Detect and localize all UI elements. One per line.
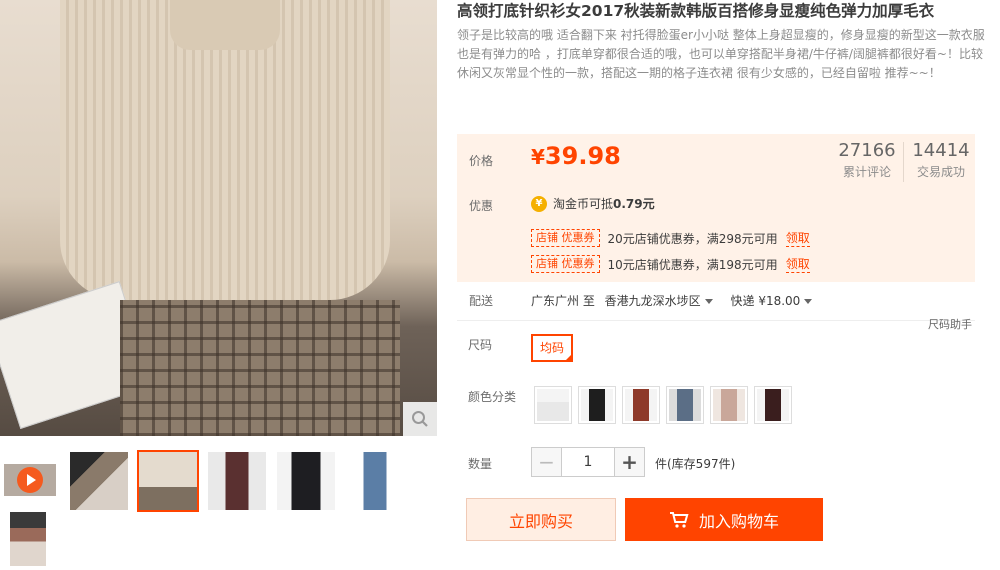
product-title: 高领打底针织衫女2017秋装新款韩版百搭修身显瘦纯色弹力加厚毛衣 bbox=[457, 2, 935, 20]
price-value: ¥39.98 bbox=[531, 142, 621, 170]
sales-stat: 14414 交易成功 bbox=[911, 140, 971, 180]
coin-amount: 0.79元 bbox=[613, 197, 655, 211]
swatch-fill bbox=[581, 389, 613, 421]
thumbnail-4[interactable] bbox=[277, 452, 335, 510]
quantity-input[interactable]: 1 bbox=[562, 448, 614, 476]
sales-count: 14414 bbox=[912, 140, 970, 161]
color-swatch-5[interactable] bbox=[710, 386, 748, 424]
chevron-down-icon bbox=[804, 299, 813, 304]
coupon-row-1: 店铺 优惠券 20元店铺优惠券，满298元可用 领取 bbox=[531, 229, 810, 247]
thumbnail-1[interactable] bbox=[70, 452, 128, 510]
color-swatch-6[interactable] bbox=[754, 386, 792, 424]
quantity-label: 数量 bbox=[468, 457, 493, 471]
coupon-tag: 店铺 优惠券 bbox=[531, 229, 600, 247]
currency-symbol: ¥ bbox=[531, 145, 545, 169]
sales-label: 交易成功 bbox=[916, 165, 965, 179]
price-panel: 价格 ¥39.98 27166 累计评论 14414 交易成功 优惠 ¥ 淘金币… bbox=[457, 134, 975, 282]
coupon-text: 10元店铺优惠券，满198元可用 bbox=[607, 257, 778, 272]
claim-coupon-link[interactable]: 领取 bbox=[785, 229, 810, 247]
main-product-image[interactable] bbox=[0, 0, 437, 436]
stock-text: 件(库存597件) bbox=[655, 457, 736, 471]
increment-button[interactable]: + bbox=[614, 448, 644, 476]
thumbnail-6[interactable] bbox=[10, 512, 46, 566]
reviews-stat[interactable]: 27166 累计评论 bbox=[835, 140, 899, 180]
color-swatch-3[interactable] bbox=[622, 386, 660, 424]
price-label: 价格 bbox=[469, 154, 494, 168]
decrement-button[interactable]: − bbox=[532, 448, 562, 476]
taojinbi-row: ¥ 淘金币可抵 0.79元 bbox=[531, 195, 655, 212]
price-number: 39.98 bbox=[544, 142, 621, 170]
thumbnail-5[interactable] bbox=[346, 452, 404, 510]
ship-to: 香港九龙深水埗区 bbox=[604, 294, 701, 308]
chevron-down-icon bbox=[704, 299, 713, 304]
swatch-fill bbox=[713, 389, 745, 421]
quantity-stepper: − 1 + bbox=[531, 447, 645, 477]
ship-from: 广东广州 至 bbox=[531, 294, 595, 308]
shipping-label: 配送 bbox=[469, 294, 494, 308]
play-icon bbox=[17, 467, 43, 493]
size-helper-link[interactable]: 尺码助手 bbox=[928, 316, 972, 332]
swatch-fill bbox=[537, 389, 569, 421]
coin-text: 淘金币可抵 bbox=[553, 197, 614, 211]
promo-label: 优惠 bbox=[469, 199, 494, 213]
color-swatch-4[interactable] bbox=[666, 386, 704, 424]
product-info: 高领打底针织衫女2017秋装新款韩版百搭修身显瘦纯色弹力加厚毛衣 领子是比较高的… bbox=[457, 0, 987, 83]
coin-icon: ¥ bbox=[531, 195, 547, 212]
color-swatch-1[interactable] bbox=[534, 386, 572, 424]
turtleneck-illustration bbox=[170, 0, 280, 50]
plaid-skirt-illustration bbox=[120, 300, 400, 436]
ship-method-select[interactable]: 快递 ¥18.00 bbox=[731, 294, 813, 308]
swatch-fill bbox=[757, 389, 789, 421]
claim-coupon-link[interactable]: 领取 bbox=[785, 255, 810, 273]
thumbnail-2-selected[interactable] bbox=[137, 450, 199, 512]
buy-now-button[interactable]: 立即购买 bbox=[466, 498, 616, 541]
ship-method: 快递 ¥18.00 bbox=[730, 294, 801, 308]
swatch-fill bbox=[625, 389, 657, 421]
product-description: 领子是比较高的哦 适合翻下来 衬托得脸蛋er小小哒 整体上身超显瘦的，修身显瘦的… bbox=[457, 28, 985, 80]
add-to-cart-button[interactable]: 加入购物车 bbox=[625, 498, 823, 541]
thumbnail-3[interactable] bbox=[208, 452, 266, 510]
size-label: 尺码 bbox=[468, 338, 493, 352]
cart-icon bbox=[669, 511, 689, 528]
size-option-selected[interactable]: 均码 bbox=[531, 334, 573, 362]
coupon-row-2: 店铺 优惠券 10元店铺优惠券，满198元可用 领取 bbox=[531, 255, 810, 273]
add-to-cart-label: 加入购物车 bbox=[698, 511, 779, 531]
magnifier-icon bbox=[412, 411, 428, 427]
product-page: 高领打底针织衫女2017秋装新款韩版百搭修身显瘦纯色弹力加厚毛衣 领子是比较高的… bbox=[0, 0, 1000, 570]
swatch-fill bbox=[669, 389, 701, 421]
reviews-count: 27166 bbox=[838, 140, 896, 161]
coupon-text: 20元店铺优惠券，满298元可用 bbox=[607, 231, 778, 246]
coupon-tag: 店铺 优惠券 bbox=[531, 255, 600, 273]
stat-divider bbox=[903, 142, 904, 182]
divider bbox=[457, 320, 975, 321]
shipping-values: 广东广州 至 香港九龙深水埗区 快递 ¥18.00 bbox=[531, 292, 813, 309]
ship-to-select[interactable]: 香港九龙深水埗区 bbox=[605, 294, 713, 308]
video-thumbnail[interactable] bbox=[4, 464, 56, 496]
reviews-label: 累计评论 bbox=[842, 165, 891, 179]
color-label: 颜色分类 bbox=[468, 390, 517, 404]
zoom-button[interactable] bbox=[403, 402, 437, 436]
color-swatch-2[interactable] bbox=[578, 386, 616, 424]
